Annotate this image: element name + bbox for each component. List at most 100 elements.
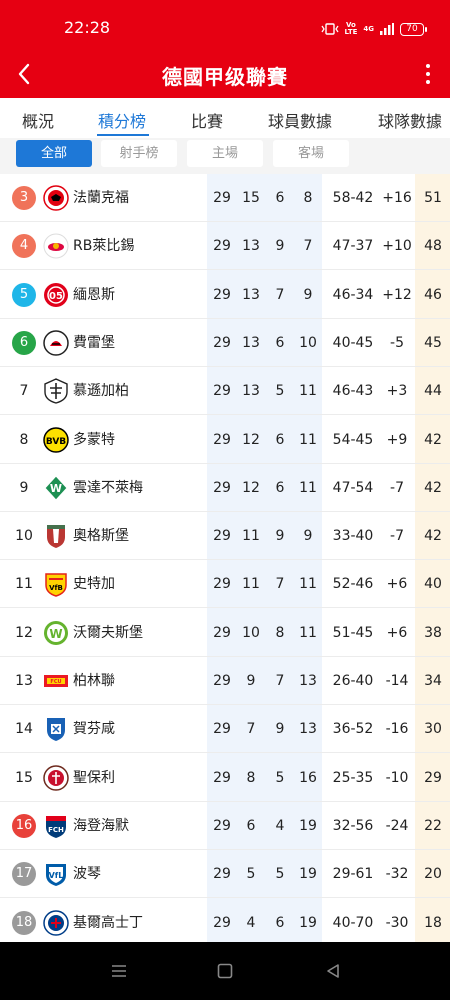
cell-goals: 52-46: [332, 576, 374, 593]
cell-drawn: 8: [275, 624, 285, 641]
table-row[interactable]: 10 奧格斯堡 29 11 9 9 33-40 -7 42: [0, 512, 450, 561]
cell-lost: 11: [299, 624, 317, 641]
home-square-icon: [217, 963, 233, 979]
team-name[interactable]: 沃爾夫斯堡: [73, 609, 143, 657]
table-row[interactable]: 5 05 緬恩斯 29 13 7 9 46-34 +12 46: [0, 271, 450, 319]
status-bar: 22:28 Vo LTE 4G 70: [0, 0, 450, 50]
filter-home[interactable]: 主場: [187, 140, 263, 167]
table-row[interactable]: 8 BVB 多蒙特 29 12 6 11 54-45 +9 42: [0, 416, 450, 464]
filter-bar: 全部 射手榜 主場 客場: [0, 138, 450, 174]
table-row[interactable]: 4 RB萊比錫 29 13 9 7 47-37 +10 48: [0, 222, 450, 271]
cell-won: 6: [246, 817, 256, 834]
tab-overview[interactable]: 概況: [22, 108, 54, 132]
cell-drawn: 5: [275, 383, 285, 400]
svg-text:05: 05: [49, 291, 63, 302]
table-row[interactable]: 15 聖保利 29 8 5 16 25-35 -10 29: [0, 754, 450, 802]
cell-goals: 40-45: [332, 334, 374, 351]
table-row[interactable]: 14 賀芬咸 29 7 9 13 36-52 -16 30: [0, 705, 450, 754]
cell-lost: 11: [299, 479, 317, 496]
cell-lost: 8: [303, 190, 313, 206]
cell-goal-diff: +6: [386, 576, 408, 593]
cell-drawn: 5: [275, 769, 285, 786]
team-name[interactable]: 費雷堡: [73, 319, 115, 367]
recent-apps-button[interactable]: [110, 962, 128, 980]
rank-badge: 10: [15, 528, 33, 545]
cell-played: 29: [213, 431, 231, 448]
cell-points: 29: [424, 769, 442, 786]
cell-played: 29: [213, 528, 231, 545]
table-row[interactable]: 12 W 沃爾夫斯堡 29 10 8 11 51-45 +6 38: [0, 609, 450, 657]
svg-text:W: W: [49, 627, 62, 641]
page-title: 德國甲级聯賽: [162, 65, 288, 89]
tab-player-stats[interactable]: 球員數據: [268, 108, 332, 132]
table-row[interactable]: 17 VfL 波琴 29 5 5 19 29-61 -32 20: [0, 850, 450, 899]
filter-scorers[interactable]: 射手榜: [101, 140, 177, 167]
more-vert-icon: [426, 64, 430, 68]
rank-badge: 11: [15, 576, 33, 593]
cell-won: 7: [246, 721, 256, 738]
cell-drawn: 6: [275, 479, 285, 496]
cell-goal-diff: -14: [385, 673, 409, 689]
cell-goals: 33-40: [332, 528, 374, 545]
table-row[interactable]: 6 費雷堡 29 13 6 10 40-45 -5 45: [0, 319, 450, 367]
tab-team-stats[interactable]: 球隊數據: [378, 108, 442, 132]
cell-lost: 9: [303, 286, 313, 303]
cell-drawn: 4: [275, 817, 285, 834]
table-row[interactable]: 3 法蘭克福 29 15 6 8 58-42 +16 51: [0, 174, 450, 222]
app-screen: 22:28 Vo LTE 4G 70 德國甲级聯賽 概況 積分榜 比賽 球員數據…: [0, 0, 450, 1000]
team-name[interactable]: 慕遜加柏: [73, 367, 129, 415]
more-options-button[interactable]: [416, 58, 440, 90]
cell-points: 38: [424, 624, 442, 641]
werder-bremen-logo-icon: W: [43, 475, 69, 501]
cell-goals: 25-35: [332, 769, 374, 786]
cell-drawn: 9: [275, 721, 285, 738]
filter-all[interactable]: 全部: [16, 140, 92, 167]
team-name[interactable]: RB萊比錫: [73, 222, 134, 270]
cell-points: 46: [424, 286, 442, 303]
team-name[interactable]: 緬恩斯: [73, 271, 115, 319]
vibrate-icon: [320, 23, 339, 35]
augsburg-logo-icon: [43, 523, 69, 549]
table-row[interactable]: 18 基爾高士丁 29 4 6 19 40-70 -30 18: [0, 899, 450, 943]
team-name[interactable]: 法蘭克福: [73, 174, 129, 222]
tab-matches[interactable]: 比賽: [191, 108, 223, 132]
tab-standings[interactable]: 積分榜: [98, 108, 146, 132]
rank-badge: 4: [12, 234, 36, 259]
table-row[interactable]: 13 FCU 柏林聯 29 9 7 13 26-40 -14 34: [0, 657, 450, 705]
filter-away[interactable]: 客場: [273, 140, 349, 167]
cell-lost: 9: [303, 528, 313, 545]
system-nav-bar: [0, 942, 450, 1000]
team-name[interactable]: 史特加: [73, 560, 115, 608]
rank-badge: 12: [15, 624, 33, 641]
team-name[interactable]: 多蒙特: [73, 416, 115, 464]
cell-points: 48: [424, 238, 442, 255]
hoffenheim-logo-icon: [43, 716, 69, 742]
cell-points: 34: [424, 673, 442, 689]
table-row[interactable]: 11 VfB 史特加 29 11 7 11 52-46 +6 40: [0, 560, 450, 609]
active-tab-indicator: [97, 134, 149, 136]
cell-lost: 16: [299, 769, 317, 786]
back-nav-button[interactable]: [324, 962, 342, 980]
cell-goals: 32-56: [332, 817, 374, 834]
table-row[interactable]: 7 慕遜加柏 29 13 5 11 46-43 +3 44: [0, 367, 450, 416]
team-name[interactable]: 基爾高士丁: [73, 899, 143, 943]
cell-points: 42: [424, 479, 442, 496]
team-name[interactable]: 聖保利: [73, 754, 115, 802]
team-name[interactable]: 奧格斯堡: [73, 512, 129, 560]
cell-goals: 51-45: [332, 624, 374, 641]
team-name[interactable]: 柏林聯: [73, 657, 115, 705]
table-row[interactable]: 9 W 雲達不萊梅 29 12 6 11 47-54 -7 42: [0, 464, 450, 512]
cell-drawn: 5: [275, 866, 285, 883]
rank-badge: 18: [12, 910, 36, 935]
team-name[interactable]: 海登海默: [73, 802, 129, 850]
table-row[interactable]: 16 FCH 海登海默 29 6 4 19 32-56 -24 22: [0, 802, 450, 850]
cell-points: 42: [424, 431, 442, 448]
home-button[interactable]: [216, 962, 234, 980]
team-name[interactable]: 波琴: [73, 850, 101, 898]
cell-lost: 13: [299, 673, 317, 689]
team-name[interactable]: 雲達不萊梅: [73, 464, 143, 512]
team-name[interactable]: 賀芬咸: [73, 705, 115, 753]
menu-lines-icon: [112, 965, 126, 977]
cell-goals: 40-70: [332, 914, 374, 931]
cell-lost: 11: [299, 576, 317, 593]
